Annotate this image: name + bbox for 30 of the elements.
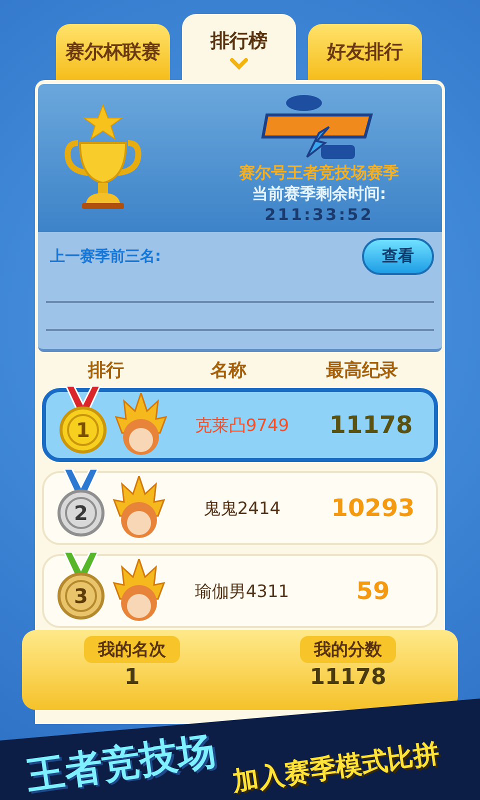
column-header: 排行 (86, 359, 126, 382)
season-title: 赛尔号王者竞技场赛季 (239, 162, 399, 184)
avatar-icon (112, 559, 166, 623)
stat-value: 11178 (310, 665, 386, 690)
stat-label: 我的分数 (300, 636, 396, 663)
tab[interactable]: 排行榜 (182, 14, 296, 80)
countdown-label: 当前赛季剩余时间: (252, 184, 386, 204)
tab[interactable]: 赛尔杯联赛 (56, 24, 170, 80)
avatar-icon (112, 476, 166, 540)
stat-label: 我的名次 (84, 636, 180, 663)
ranking-row[interactable]: 2 鬼鬼2414 10293 (42, 471, 438, 545)
chevron-down-icon (229, 58, 249, 70)
player-name: 瑜伽男4311 (194, 580, 290, 602)
avatar-icon (114, 393, 168, 457)
column-header: 名称 (209, 359, 248, 382)
column-header: 最高纪录 (325, 359, 400, 382)
best-score: 59 (355, 577, 391, 605)
player-name: 鬼鬼2414 (202, 498, 282, 520)
tab[interactable]: 好友排行 (308, 24, 422, 80)
banner-subtitle: 加入赛季模式比拼 (230, 738, 442, 800)
previous-top-three-label: 上一赛季前三名: (49, 247, 161, 266)
ranking-row[interactable]: 3 瑜伽男4311 59 (42, 554, 438, 628)
banner-title: 王者竞技场 (23, 727, 219, 800)
view-button[interactable]: 查看 (362, 238, 434, 275)
best-score: 11178 (328, 411, 414, 439)
best-score: 10293 (330, 494, 416, 522)
ranking-row[interactable]: 1 克莱凸9749 11178 (42, 388, 438, 462)
countdown-timer: 211:33:52 (264, 204, 374, 224)
player-name: 克莱凸9749 (194, 414, 290, 436)
stat-value: 1 (124, 665, 140, 690)
